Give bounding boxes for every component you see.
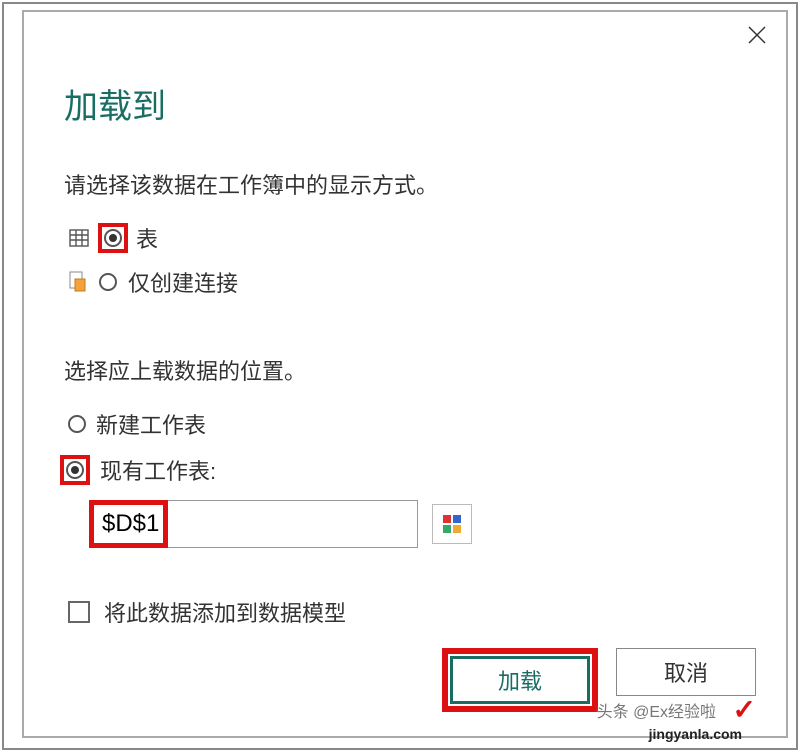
highlight-box: 加载 <box>442 648 598 712</box>
document-icon <box>68 270 88 294</box>
add-to-model-label: 将此数据添加到数据模型 <box>104 596 346 628</box>
radio-wrapper <box>96 270 120 294</box>
range-input-tail[interactable] <box>168 500 418 548</box>
option-new-sheet-label: 新建工作表 <box>96 408 206 440</box>
dialog-title: 加载到 <box>24 51 786 128</box>
option-table-label: 表 <box>136 222 158 254</box>
range-input-container: $D$1 <box>90 500 418 548</box>
load-button[interactable]: 加载 <box>450 656 590 704</box>
watermark-url: jingyanla.com <box>649 726 742 742</box>
range-input[interactable]: $D$1 <box>98 506 159 542</box>
watermark-text: 头条 @Ex经验啦 <box>597 698 716 722</box>
range-picker-button[interactable] <box>432 504 472 544</box>
highlight-box <box>98 223 128 253</box>
load-to-dialog: 加载到 请选择该数据在工作簿中的显示方式。 表 仅创建连接 <box>22 10 788 738</box>
location-prompt: 选择应上载数据的位置。 <box>64 354 746 386</box>
radio-table[interactable] <box>104 229 122 247</box>
display-mode-prompt: 请选择该数据在工作簿中的显示方式。 <box>64 168 746 200</box>
radio-existing-worksheet[interactable] <box>66 461 84 479</box>
cancel-button[interactable]: 取消 <box>616 648 756 696</box>
radio-new-worksheet[interactable] <box>68 415 86 433</box>
checkbox-add-to-data-model[interactable] <box>68 601 90 623</box>
highlight-box: $D$1 <box>89 500 168 548</box>
table-icon <box>68 228 90 248</box>
close-icon[interactable] <box>746 24 768 51</box>
checkmark-icon: ✓ <box>733 693 756 726</box>
option-connection-label: 仅创建连接 <box>128 266 238 298</box>
radio-connection-only[interactable] <box>99 273 117 291</box>
highlight-box <box>60 455 90 485</box>
option-existing-sheet-label: 现有工作表: <box>100 454 216 486</box>
